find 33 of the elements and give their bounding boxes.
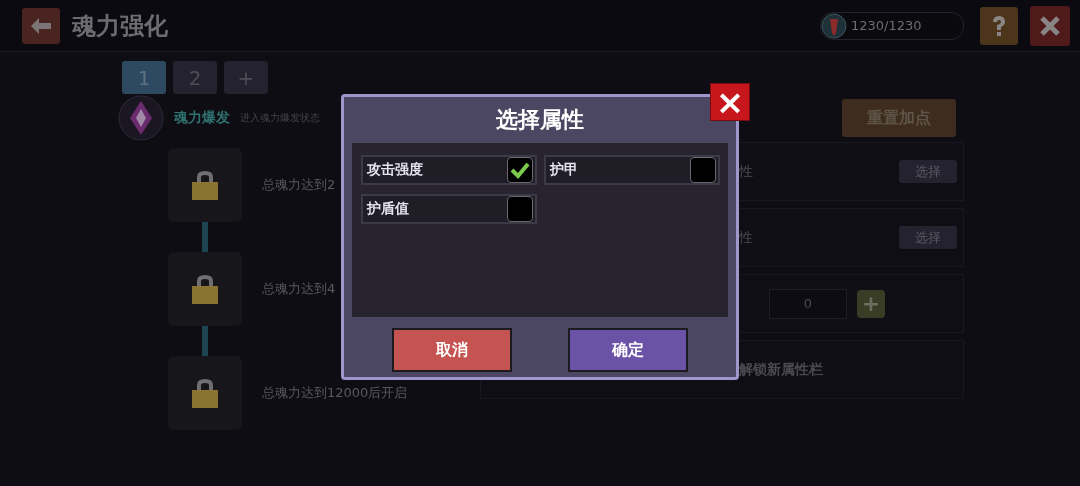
attribute-option[interactable]: 护甲 [544, 155, 720, 185]
add-point-button[interactable]: + [857, 289, 885, 318]
option-label: 攻击强度 [367, 161, 423, 179]
attribute-option[interactable]: 护盾值 [361, 194, 537, 224]
close-icon [1039, 14, 1061, 37]
option-label: 护甲 [550, 161, 578, 179]
unlock-requirement: 总魂力达到2 [262, 176, 336, 194]
back-button[interactable] [22, 7, 60, 44]
close-button[interactable] [1030, 5, 1070, 46]
checkbox[interactable] [507, 196, 533, 222]
close-button[interactable]: × [710, 83, 750, 121]
emblem-icon [118, 95, 164, 141]
skill-name: 魂力爆发 [174, 109, 230, 127]
unlock-requirement: 总魂力达到12000后开启 [262, 384, 408, 402]
currency-amount: 1230/1230 [851, 18, 922, 33]
confirm-button[interactable]: 确定 [568, 328, 688, 372]
page-title: 魂力强化 [72, 10, 168, 42]
tab[interactable]: + [224, 61, 268, 94]
help-button[interactable] [980, 6, 1018, 45]
padlock-icon [190, 169, 220, 201]
dialog-title: 选择属性 [495, 106, 585, 134]
crystal-icon [821, 12, 847, 39]
unlock-hint: 解锁新属性栏 [739, 360, 823, 379]
option-label: 护盾值 [367, 200, 409, 218]
check-icon [510, 161, 530, 179]
padlock-icon [190, 273, 220, 305]
attribute-option[interactable]: 攻击强度 [361, 155, 537, 185]
unlock-requirement: 总魂力达到4 [262, 280, 336, 298]
checkbox[interactable] [690, 157, 716, 183]
checkbox[interactable] [507, 157, 533, 183]
cancel-button[interactable]: 取消 [392, 328, 512, 372]
padlock-icon [190, 377, 220, 409]
points-field[interactable]: 0 [769, 288, 847, 319]
